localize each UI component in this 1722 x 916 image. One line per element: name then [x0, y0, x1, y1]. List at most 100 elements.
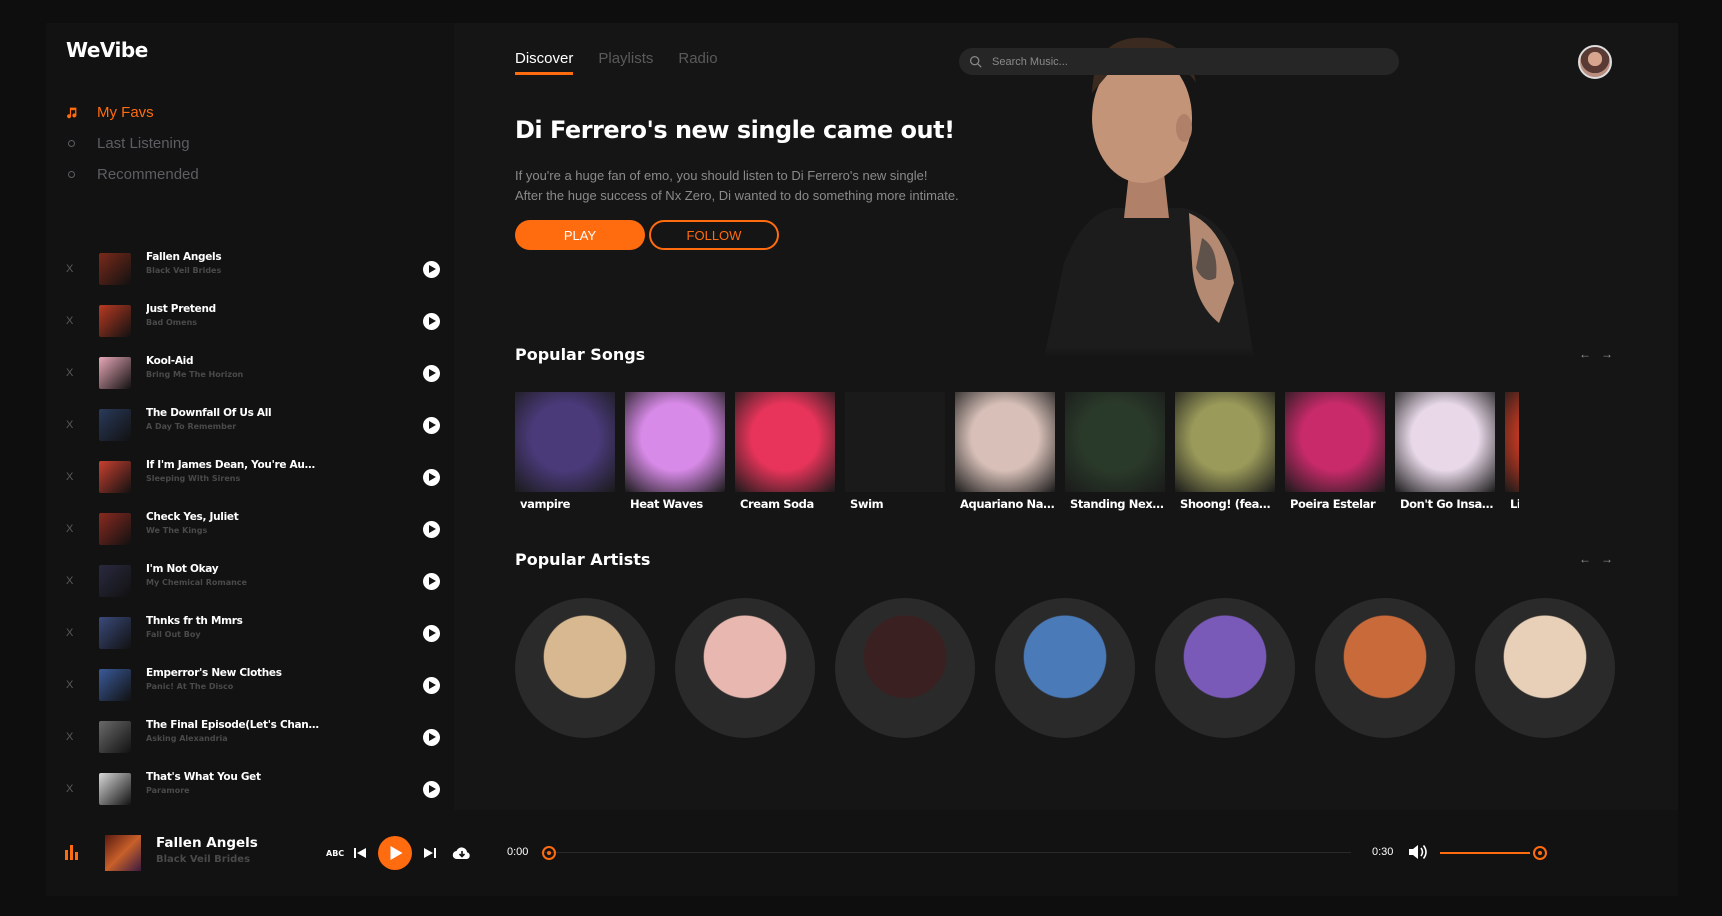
song-card[interactable]: Shoong! (feat. LISA of BLACKPINK)TAEYANG… — [1175, 392, 1275, 512]
list-item[interactable]: X I'm Not Okay My Chemical Romance — [46, 555, 454, 607]
list-item[interactable]: X Just Pretend Bad Omens — [46, 295, 454, 347]
artist-avatar[interactable] — [515, 598, 655, 738]
remove-icon[interactable]: X — [66, 419, 73, 431]
remove-icon[interactable]: X — [66, 315, 73, 327]
current-time: 0:00 — [507, 846, 529, 858]
play-icon[interactable] — [423, 780, 440, 798]
play-pause-button[interactable] — [378, 836, 413, 870]
remove-icon[interactable]: X — [66, 679, 73, 691]
play-icon[interactable] — [423, 260, 440, 278]
search-input[interactable] — [992, 55, 1372, 68]
remove-icon[interactable]: X — [66, 471, 73, 483]
song-card[interactable]: vampireOlivia Rodrigo — [515, 392, 615, 512]
progress-handle[interactable] — [542, 846, 556, 860]
popular-artists-carousel — [515, 598, 1635, 738]
equalizer-icon[interactable] — [65, 845, 78, 860]
list-item[interactable]: X Thnks fr th Mmrs Fall Out Boy — [46, 607, 454, 659]
album-cover — [99, 617, 131, 649]
volume-handle[interactable] — [1533, 846, 1547, 860]
tab-radio[interactable]: Radio — [678, 50, 717, 75]
favorites-list: X Fallen Angels Black Veil Brides X Just Pre… — [46, 243, 454, 815]
volume-slider[interactable] — [1440, 852, 1530, 854]
hero-title: Di Ferrero's new single came out! — [515, 116, 955, 144]
play-button[interactable]: PLAY — [515, 220, 645, 250]
track-info: The Downfall Of Us All A Day To Remember — [146, 407, 321, 431]
volume-icon[interactable] — [1408, 843, 1428, 866]
tab-playlists[interactable]: Playlists — [598, 50, 653, 75]
song-title: vampire — [520, 497, 571, 511]
song-card[interactable]: Heat WavesGlass Animals — [625, 392, 725, 512]
song-title: Poeira Estelar — [1290, 497, 1376, 511]
song-card[interactable]: Cream SodaEXO — [735, 392, 835, 512]
progress-track[interactable] — [541, 852, 1351, 853]
play-icon[interactable] — [423, 572, 440, 590]
player-bar: Fallen Angels Black Veil Brides ABC 0:00… — [46, 810, 1678, 896]
track-info: Thnks fr th Mmrs Fall Out Boy — [146, 615, 321, 639]
remove-icon[interactable]: X — [66, 731, 73, 743]
arrow-left-icon[interactable]: ← — [1579, 552, 1591, 566]
play-icon[interactable] — [423, 676, 440, 694]
track-info: Kool-Aid Bring Me The Horizon — [146, 355, 321, 379]
search-bar[interactable] — [959, 48, 1399, 75]
song-card[interactable]: Standing Next to YouJung Kook — [1065, 392, 1165, 512]
artist-avatar[interactable] — [995, 598, 1135, 738]
list-item[interactable]: X The Final Episode(Let's Change the Chan… — [46, 711, 454, 763]
sidebar-item-last-listening[interactable]: Last Listening — [64, 128, 199, 159]
arrow-right-icon[interactable]: → — [1601, 347, 1613, 361]
lyrics-button[interactable]: ABC — [326, 849, 344, 858]
song-card[interactable]: Don't Go InsaneDPR IAN — [1395, 392, 1495, 512]
list-item[interactable]: X That's What You Get Paramore — [46, 763, 454, 815]
track-info: That's What You Get Paramore — [146, 771, 321, 795]
song-card[interactable]: Poeira EstelarFresno — [1285, 392, 1385, 512]
album-cover — [99, 669, 131, 701]
album-cover — [99, 305, 131, 337]
play-icon[interactable] — [423, 520, 440, 538]
artist-avatar[interactable] — [675, 598, 815, 738]
remove-icon[interactable]: X — [66, 783, 73, 795]
download-icon[interactable] — [452, 845, 472, 861]
artist-avatar[interactable] — [1475, 598, 1615, 738]
artist-avatar[interactable] — [1315, 598, 1455, 738]
popular-songs-carousel: vampireOlivia RodrigoHeat WavesGlass Ani… — [515, 392, 1519, 512]
song-card[interactable]: Aquariano NatoMC Saci, Complexo dos Hits — [955, 392, 1055, 512]
remove-icon[interactable]: X — [66, 627, 73, 639]
next-icon[interactable] — [424, 847, 437, 859]
list-item[interactable]: X If I'm James Dean, You're Audrey Hepbur… — [46, 451, 454, 503]
remove-icon[interactable]: X — [66, 523, 73, 535]
user-avatar[interactable] — [1578, 45, 1612, 79]
song-title: Cream Soda — [740, 497, 814, 511]
remove-icon[interactable]: X — [66, 263, 73, 275]
follow-button[interactable]: FOLLOW — [649, 220, 779, 250]
track-artist: We The Kings — [146, 526, 208, 535]
now-playing-title: Fallen Angels — [156, 835, 258, 851]
song-card[interactable]: Like A VillainBad Omens — [1505, 392, 1519, 512]
play-icon[interactable] — [423, 312, 440, 330]
artist-avatar[interactable] — [1155, 598, 1295, 738]
play-icon[interactable] — [423, 728, 440, 746]
song-cover — [845, 392, 945, 492]
list-item[interactable]: X Check Yes, Juliet We The Kings — [46, 503, 454, 555]
play-icon[interactable] — [423, 364, 440, 382]
track-title: The Downfall Of Us All — [146, 407, 272, 419]
album-cover — [99, 461, 131, 493]
previous-icon[interactable] — [354, 847, 367, 859]
play-icon[interactable] — [423, 416, 440, 434]
arrow-right-icon[interactable]: → — [1601, 552, 1613, 566]
song-title: Standing Next to You — [1070, 497, 1165, 511]
tab-discover[interactable]: Discover — [515, 50, 574, 75]
play-icon[interactable] — [423, 624, 440, 642]
artist-avatar[interactable] — [835, 598, 975, 738]
play-icon[interactable] — [423, 468, 440, 486]
arrow-left-icon[interactable]: ← — [1579, 347, 1591, 361]
remove-icon[interactable]: X — [66, 575, 73, 587]
track-info: Check Yes, Juliet We The Kings — [146, 511, 321, 535]
list-item[interactable]: X Fallen Angels Black Veil Brides — [46, 243, 454, 295]
list-item[interactable]: X The Downfall Of Us All A Day To Remember — [46, 399, 454, 451]
list-item[interactable]: X Kool-Aid Bring Me The Horizon — [46, 347, 454, 399]
sidebar-item-my-favs[interactable]: My Favs — [64, 97, 199, 128]
list-item[interactable]: X Emperror's New Clothes Panic! At The Dis… — [46, 659, 454, 711]
song-card[interactable]: SwimChase Atlantic — [845, 392, 945, 512]
song-cover — [1285, 392, 1385, 492]
sidebar-item-recommended[interactable]: Recommended — [64, 159, 199, 190]
remove-icon[interactable]: X — [66, 367, 73, 379]
